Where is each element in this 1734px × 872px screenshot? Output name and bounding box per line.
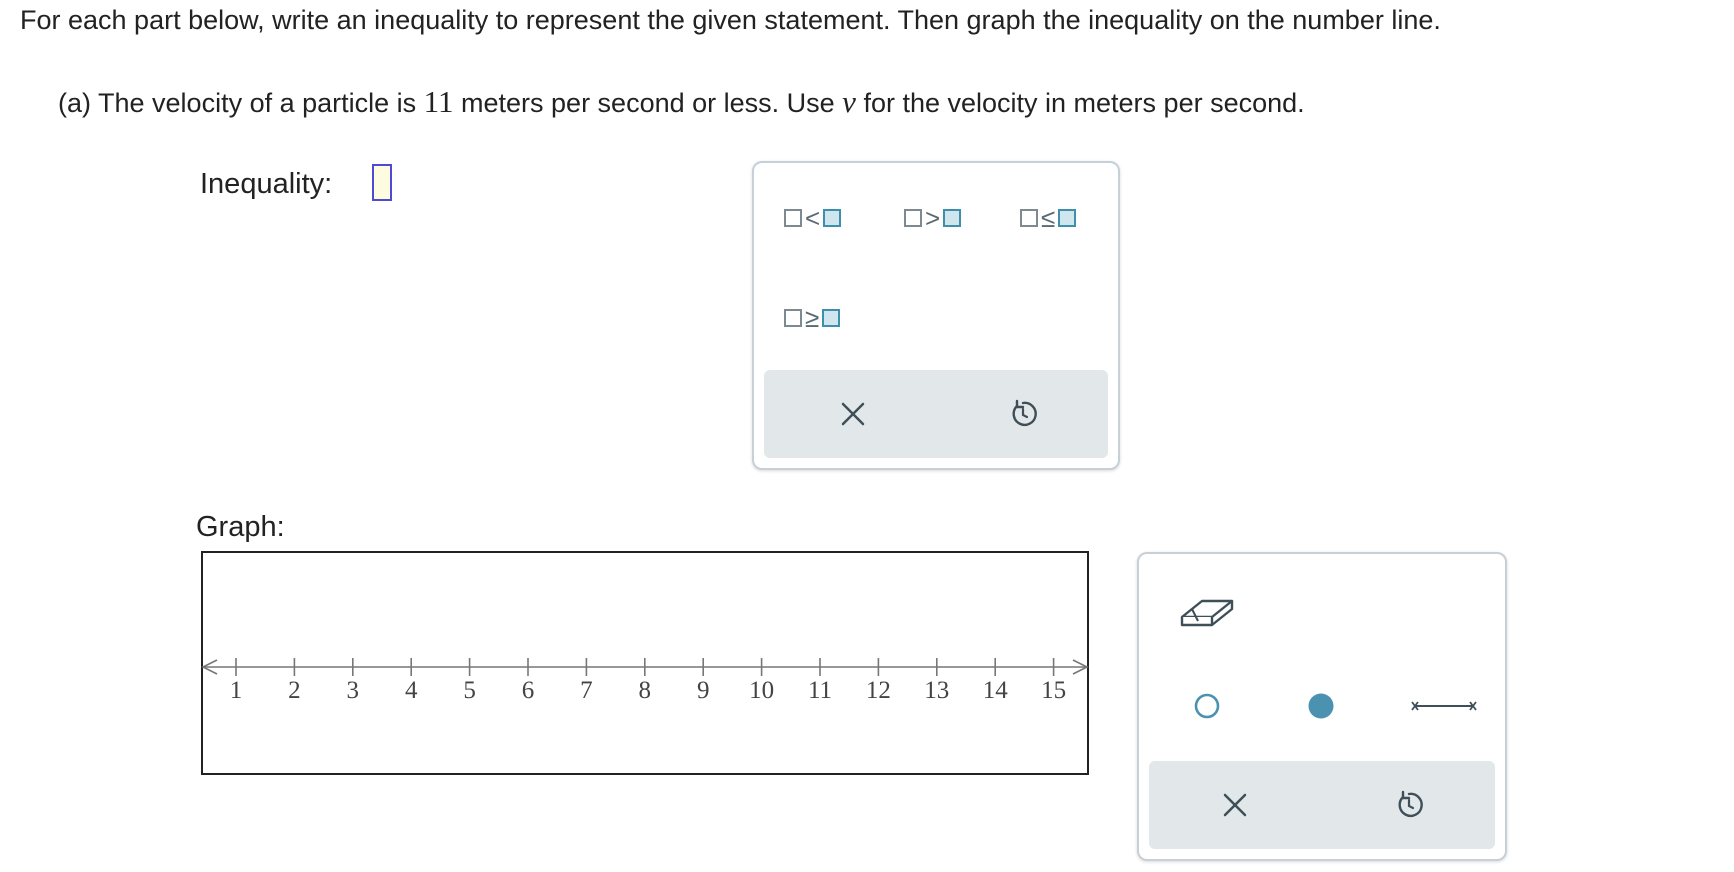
- tick-label: 8: [638, 677, 652, 704]
- tick-label: 2: [288, 677, 301, 704]
- graph-clear-button[interactable]: [1211, 781, 1259, 829]
- tick-label: 10: [749, 677, 775, 704]
- tick-label: 15: [1041, 677, 1067, 704]
- tick-label: 14: [982, 677, 1008, 704]
- tick-label: 9: [696, 677, 710, 704]
- tick-label: 6: [521, 677, 535, 704]
- tick-label: 13: [924, 677, 950, 704]
- clear-icon: [1223, 793, 1247, 817]
- closed-circle-tool[interactable]: [1299, 684, 1343, 728]
- undo-icon: [1398, 790, 1423, 818]
- tick-label: 3: [346, 677, 360, 704]
- tick-label: 4: [404, 677, 418, 704]
- tick-label: 1: [229, 677, 243, 704]
- graph-undo-button[interactable]: [1385, 781, 1433, 829]
- eraser-icon: [1180, 599, 1234, 627]
- tick-label: 12: [865, 677, 891, 704]
- tick-label: 5: [463, 677, 476, 704]
- eraser-tool[interactable]: [1177, 584, 1237, 634]
- open-circle-tool[interactable]: [1187, 686, 1227, 726]
- number-line: [201, 658, 1089, 676]
- open-circle-icon: [1194, 693, 1220, 719]
- segment-icon: [1411, 701, 1477, 711]
- tick-label: 11: [807, 677, 833, 704]
- graph-tool-palette: [1137, 552, 1507, 861]
- tick-label: 7: [580, 677, 593, 704]
- closed-circle-icon: [1308, 693, 1334, 719]
- graph-action-bar: [1149, 761, 1495, 849]
- segment-tool[interactable]: [1409, 690, 1479, 722]
